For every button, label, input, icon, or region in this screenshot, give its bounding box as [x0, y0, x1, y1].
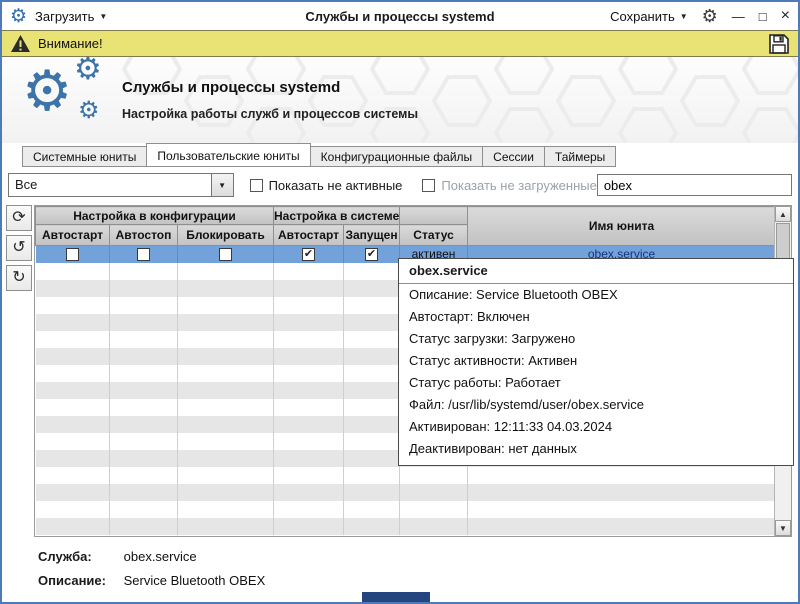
description-label: Описание: [38, 573, 120, 588]
undo-button[interactable]: ↺ [6, 235, 32, 261]
save-file-icon[interactable] [768, 33, 790, 55]
popup-run-status: Статус работы: Работает [399, 372, 793, 394]
checkbox-autostop[interactable] [137, 248, 150, 261]
close-button[interactable]: × [781, 8, 790, 24]
load-menu-label: Загрузить [35, 9, 94, 24]
column-header-status[interactable]: Статус [400, 225, 468, 246]
popup-active-status: Статус активности: Активен [399, 350, 793, 372]
popup-title: obex.service [399, 259, 793, 284]
footer-description-row: Описание: Service Bluetooth OBEX [38, 573, 265, 588]
app-logo: ⚙ ⚙ ⚙ [16, 57, 121, 143]
tab-system-units[interactable]: Системные юниты [22, 146, 147, 167]
save-menu-button[interactable]: Сохранить ▼ [610, 9, 688, 24]
popup-load-status: Статус загрузки: Загружено [399, 328, 793, 350]
table-row-empty[interactable] [36, 518, 776, 535]
table-row-empty[interactable] [36, 467, 776, 484]
popup-file-path: Файл: /usr/lib/systemd/user/obex.service [399, 394, 793, 416]
tab-config-files[interactable]: Конфигурационные файлы [310, 146, 483, 167]
column-header-autostart-system[interactable]: Автостарт [274, 225, 344, 246]
warning-triangle-icon [10, 34, 31, 53]
save-menu-label: Сохранить [610, 9, 675, 24]
column-header-autostop[interactable]: Автостоп [110, 225, 178, 246]
search-input[interactable] [597, 174, 792, 196]
checkbox-autostart-config[interactable] [66, 248, 79, 261]
page-subtitle: Настройка работы служб и процессов систе… [122, 107, 418, 121]
warning-bar: Внимание! [2, 30, 798, 57]
page-title: Службы и процессы systemd [122, 79, 340, 96]
maximize-button[interactable]: □ [759, 10, 767, 23]
app-gear-icon: ⚙ [10, 7, 27, 26]
settings-gear-icon[interactable]: ⚙ [702, 7, 718, 25]
tab-timers[interactable]: Таймеры [544, 146, 616, 167]
show-inactive-label: Показать не активные [269, 178, 403, 193]
tab-user-units[interactable]: Пользовательские юниты [146, 143, 310, 167]
tab-sessions[interactable]: Сессии [482, 146, 545, 167]
caret-down-icon: ▼ [99, 12, 107, 21]
dropdown-arrow-icon[interactable]: ▼ [211, 174, 233, 196]
popup-autostart: Автостарт: Включен [399, 306, 793, 328]
scrollbar-thumb[interactable] [776, 223, 790, 259]
table-row-empty[interactable] [36, 484, 776, 501]
service-label: Служба: [38, 549, 120, 564]
gear-icon: ⚙ [22, 63, 72, 119]
popup-activated-time: Активирован: 12:11:33 04.03.2024 [399, 416, 793, 438]
service-value: obex.service [124, 549, 197, 564]
checkbox-block[interactable] [219, 248, 232, 261]
filter-bar: Все ▼ Показать не активные Показать не з… [8, 172, 792, 198]
description-value: Service Bluetooth OBEX [124, 573, 266, 588]
gear-icon: ⚙ [78, 99, 100, 123]
show-unloaded-label: Показать не загруженные [441, 178, 596, 193]
popup-deactivated-time: Деактивирован: нет данных [399, 438, 793, 460]
dropdown-value: Все [9, 174, 211, 196]
checkbox-running[interactable] [365, 248, 378, 261]
group-header-system: Настройка в системе [274, 207, 400, 225]
column-header-autostart-config[interactable]: Автостарт [36, 225, 110, 246]
show-unloaded-checkbox[interactable] [422, 179, 435, 192]
scroll-up-icon[interactable]: ▲ [775, 206, 791, 222]
refresh-button[interactable]: ⟳ [6, 205, 32, 231]
app-window: Службы и процессы systemd ⚙ Загрузить ▼ … [0, 0, 800, 604]
title-bar: Службы и процессы systemd ⚙ Загрузить ▼ … [2, 2, 798, 30]
unit-filter-dropdown[interactable]: Все ▼ [8, 173, 234, 197]
checkbox-autostart-system[interactable] [302, 248, 315, 261]
table-row-empty[interactable] [36, 501, 776, 518]
reload-button[interactable]: ↻ [6, 265, 32, 291]
bottom-accent-bar [362, 592, 430, 602]
warning-text: Внимание! [38, 36, 103, 51]
hexagon-pattern [2, 57, 798, 143]
caret-down-icon: ▼ [680, 12, 688, 21]
popup-description: Описание: Service Bluetooth OBEX [399, 284, 793, 306]
tab-bar: Системные юниты Пользовательские юниты К… [22, 143, 615, 167]
group-header-config: Настройка в конфигурации [36, 207, 274, 225]
side-toolbar: ⟳ ↺ ↻ [6, 205, 32, 291]
scroll-down-icon[interactable]: ▼ [775, 520, 791, 536]
group-header-blank [400, 207, 468, 225]
gear-icon: ⚙ [74, 57, 102, 84]
footer-service-row: Служба: obex.service [38, 549, 197, 564]
column-header-unit-name[interactable]: Имя юнита [468, 207, 776, 246]
load-menu-button[interactable]: Загрузить ▼ [35, 9, 107, 24]
header-banner: ⚙ ⚙ ⚙ Службы и процессы systemd Настройк… [2, 57, 798, 143]
column-header-block[interactable]: Блокировать [178, 225, 274, 246]
minimize-button[interactable]: — [732, 10, 745, 23]
column-header-running[interactable]: Запущен [344, 225, 400, 246]
show-inactive-checkbox[interactable] [250, 179, 263, 192]
unit-details-popup: obex.service Описание: Service Bluetooth… [398, 258, 794, 466]
